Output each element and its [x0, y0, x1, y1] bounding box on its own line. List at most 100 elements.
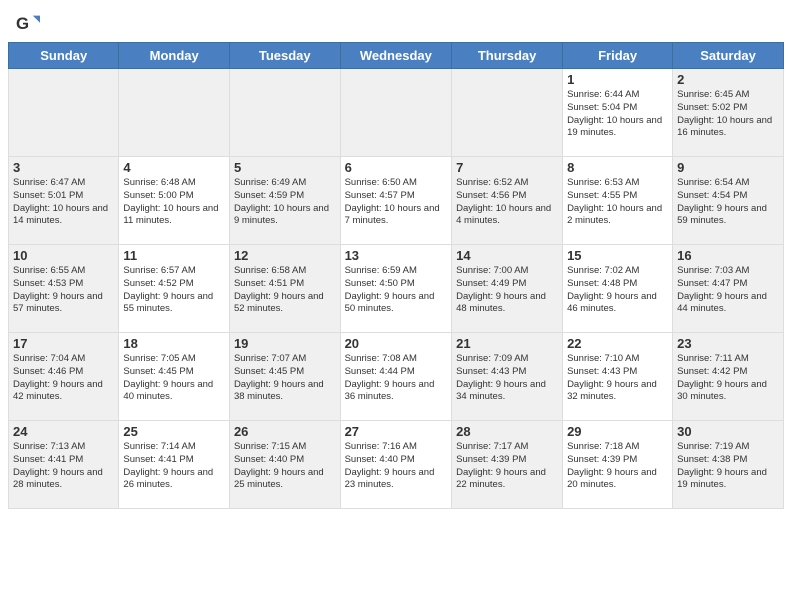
weekday-header-monday: Monday — [119, 43, 230, 69]
calendar-cell: 5Sunrise: 6:49 AMSunset: 4:59 PMDaylight… — [229, 157, 340, 245]
calendar-cell: 28 Sunrise: 7:17 AMSunset: 4:39 PMDayligh… — [452, 421, 563, 509]
day-number: 14 — [456, 248, 558, 263]
day-info: Sunrise: 7:02 AMSunset: 4:48 PMDaylight:… — [567, 265, 668, 316]
day-info: Sunrise: 6:53 AMSunset: 4:55 PMDaylight:… — [567, 177, 668, 228]
calendar-cell: 12 Sunrise: 6:58 AMSunset: 4:51 PMDayligh… — [229, 245, 340, 333]
day-number: 19 — [234, 336, 336, 351]
day-number: 10 — [13, 248, 114, 263]
day-number: 13 — [345, 248, 448, 263]
calendar-cell: 10 Sunrise: 6:55 AMSunset: 4:53 PMDayligh… — [9, 245, 119, 333]
day-info: Sunrise: 6:59 AMSunset: 4:50 PMDaylight:… — [345, 265, 448, 316]
calendar-cell: 23 Sunrise: 7:11 AMSunset: 4:42 PMDayligh… — [673, 333, 784, 421]
day-number: 25 — [123, 424, 225, 439]
calendar-cell: 21 Sunrise: 7:09 AMSunset: 4:43 PMDayligh… — [452, 333, 563, 421]
calendar-week-2: 3Sunrise: 6:47 AMSunset: 5:01 PMDaylight… — [9, 157, 784, 245]
calendar-cell: 15 Sunrise: 7:02 AMSunset: 4:48 PMDayligh… — [563, 245, 673, 333]
day-number: 12 — [234, 248, 336, 263]
calendar-cell: 11Sunrise: 6:57 AMSunset: 4:52 PMDayligh… — [119, 245, 230, 333]
calendar-cell: 14 Sunrise: 7:00 AMSunset: 4:49 PMDayligh… — [452, 245, 563, 333]
day-number: 4 — [123, 160, 225, 175]
weekday-header-sunday: Sunday — [9, 43, 119, 69]
weekday-header-thursday: Thursday — [452, 43, 563, 69]
day-number: 20 — [345, 336, 448, 351]
day-info: Sunrise: 7:19 AMSunset: 4:38 PMDaylight:… — [677, 441, 779, 492]
calendar-cell: 3Sunrise: 6:47 AMSunset: 5:01 PMDaylight… — [9, 157, 119, 245]
calendar-cell: 9Sunrise: 6:54 AMSunset: 4:54 PMDaylight… — [673, 157, 784, 245]
day-info: Sunrise: 6:52 AMSunset: 4:56 PMDaylight:… — [456, 177, 558, 228]
calendar-cell — [119, 69, 230, 157]
day-number: 29 — [567, 424, 668, 439]
day-info: Sunrise: 7:18 AMSunset: 4:39 PMDaylight:… — [567, 441, 668, 492]
day-info: Sunrise: 6:58 AMSunset: 4:51 PMDaylight:… — [234, 265, 336, 316]
day-info: Sunrise: 7:08 AMSunset: 4:44 PMDaylight:… — [345, 353, 448, 404]
calendar-table: SundayMondayTuesdayWednesdayThursdayFrid… — [8, 42, 784, 509]
calendar-cell — [340, 69, 452, 157]
calendar-cell: 7 Sunrise: 6:52 AMSunset: 4:56 PMDaylight… — [452, 157, 563, 245]
calendar-cell: 20 Sunrise: 7:08 AMSunset: 4:44 PMDayligh… — [340, 333, 452, 421]
logo-icon: G — [16, 12, 40, 36]
calendar-cell — [9, 69, 119, 157]
day-info: Sunrise: 6:45 AMSunset: 5:02 PMDaylight:… — [677, 89, 779, 140]
day-number: 8 — [567, 160, 668, 175]
day-number: 16 — [677, 248, 779, 263]
weekday-header-wednesday: Wednesday — [340, 43, 452, 69]
day-number: 17 — [13, 336, 114, 351]
calendar-cell: 24 Sunrise: 7:13 AMSunset: 4:41 PMDayligh… — [9, 421, 119, 509]
day-info: Sunrise: 7:04 AMSunset: 4:46 PMDaylight:… — [13, 353, 114, 404]
calendar-cell: 22 Sunrise: 7:10 AMSunset: 4:43 PMDayligh… — [563, 333, 673, 421]
day-info: Sunrise: 7:03 AMSunset: 4:47 PMDaylight:… — [677, 265, 779, 316]
day-info: Sunrise: 7:10 AMSunset: 4:43 PMDaylight:… — [567, 353, 668, 404]
day-number: 15 — [567, 248, 668, 263]
day-info: Sunrise: 7:17 AMSunset: 4:39 PMDaylight:… — [456, 441, 558, 492]
day-info: Sunrise: 7:16 AMSunset: 4:40 PMDaylight:… — [345, 441, 448, 492]
calendar-cell: 8 Sunrise: 6:53 AMSunset: 4:55 PMDaylight… — [563, 157, 673, 245]
calendar-cell — [452, 69, 563, 157]
calendar-week-3: 10 Sunrise: 6:55 AMSunset: 4:53 PMDayligh… — [9, 245, 784, 333]
day-info: Sunrise: 7:14 AMSunset: 4:41 PMDaylight:… — [123, 441, 225, 492]
day-info: Sunrise: 7:00 AMSunset: 4:49 PMDaylight:… — [456, 265, 558, 316]
day-info: Sunrise: 6:57 AMSunset: 4:52 PMDaylight:… — [123, 265, 225, 316]
calendar-cell: 2 Sunrise: 6:45 AMSunset: 5:02 PMDaylight… — [673, 69, 784, 157]
weekday-header-tuesday: Tuesday — [229, 43, 340, 69]
calendar-week-4: 17 Sunrise: 7:04 AMSunset: 4:46 PMDayligh… — [9, 333, 784, 421]
day-number: 26 — [234, 424, 336, 439]
day-info: Sunrise: 7:09 AMSunset: 4:43 PMDaylight:… — [456, 353, 558, 404]
calendar-cell: 25 Sunrise: 7:14 AMSunset: 4:41 PMDayligh… — [119, 421, 230, 509]
calendar-cell: 19Sunrise: 7:07 AMSunset: 4:45 PMDayligh… — [229, 333, 340, 421]
day-info: Sunrise: 7:15 AMSunset: 4:40 PMDaylight:… — [234, 441, 336, 492]
calendar-cell: 16 Sunrise: 7:03 AMSunset: 4:47 PMDayligh… — [673, 245, 784, 333]
day-number: 6 — [345, 160, 448, 175]
day-info: Sunrise: 6:49 AMSunset: 4:59 PMDaylight:… — [234, 177, 336, 228]
day-info: Sunrise: 7:05 AMSunset: 4:45 PMDaylight:… — [123, 353, 225, 404]
day-number: 23 — [677, 336, 779, 351]
calendar-cell: 1 Sunrise: 6:44 AMSunset: 5:04 PMDaylight… — [563, 69, 673, 157]
day-number: 21 — [456, 336, 558, 351]
weekday-header-friday: Friday — [563, 43, 673, 69]
day-info: Sunrise: 6:55 AMSunset: 4:53 PMDaylight:… — [13, 265, 114, 316]
calendar-cell: 29 Sunrise: 7:18 AMSunset: 4:39 PMDayligh… — [563, 421, 673, 509]
day-number: 22 — [567, 336, 668, 351]
day-number: 7 — [456, 160, 558, 175]
calendar-cell: 6 Sunrise: 6:50 AMSunset: 4:57 PMDaylight… — [340, 157, 452, 245]
calendar-cell: 26 Sunrise: 7:15 AMSunset: 4:40 PMDayligh… — [229, 421, 340, 509]
day-info: Sunrise: 6:50 AMSunset: 4:57 PMDaylight:… — [345, 177, 448, 228]
day-info: Sunrise: 6:44 AMSunset: 5:04 PMDaylight:… — [567, 89, 668, 140]
calendar-week-1: 1 Sunrise: 6:44 AMSunset: 5:04 PMDaylight… — [9, 69, 784, 157]
day-info: Sunrise: 7:13 AMSunset: 4:41 PMDaylight:… — [13, 441, 114, 492]
calendar-cell: 27Sunrise: 7:16 AMSunset: 4:40 PMDayligh… — [340, 421, 452, 509]
day-number: 28 — [456, 424, 558, 439]
day-number: 9 — [677, 160, 779, 175]
calendar-header: SundayMondayTuesdayWednesdayThursdayFrid… — [9, 43, 784, 69]
page-header: G — [0, 0, 792, 42]
calendar-cell — [229, 69, 340, 157]
day-number: 3 — [13, 160, 114, 175]
day-info: Sunrise: 7:11 AMSunset: 4:42 PMDaylight:… — [677, 353, 779, 404]
calendar-cell: 17 Sunrise: 7:04 AMSunset: 4:46 PMDayligh… — [9, 333, 119, 421]
calendar-week-5: 24 Sunrise: 7:13 AMSunset: 4:41 PMDayligh… — [9, 421, 784, 509]
day-number: 18 — [123, 336, 225, 351]
calendar-body: 1 Sunrise: 6:44 AMSunset: 5:04 PMDaylight… — [9, 69, 784, 509]
day-number: 1 — [567, 72, 668, 87]
day-number: 2 — [677, 72, 779, 87]
day-number: 24 — [13, 424, 114, 439]
weekday-header-saturday: Saturday — [673, 43, 784, 69]
